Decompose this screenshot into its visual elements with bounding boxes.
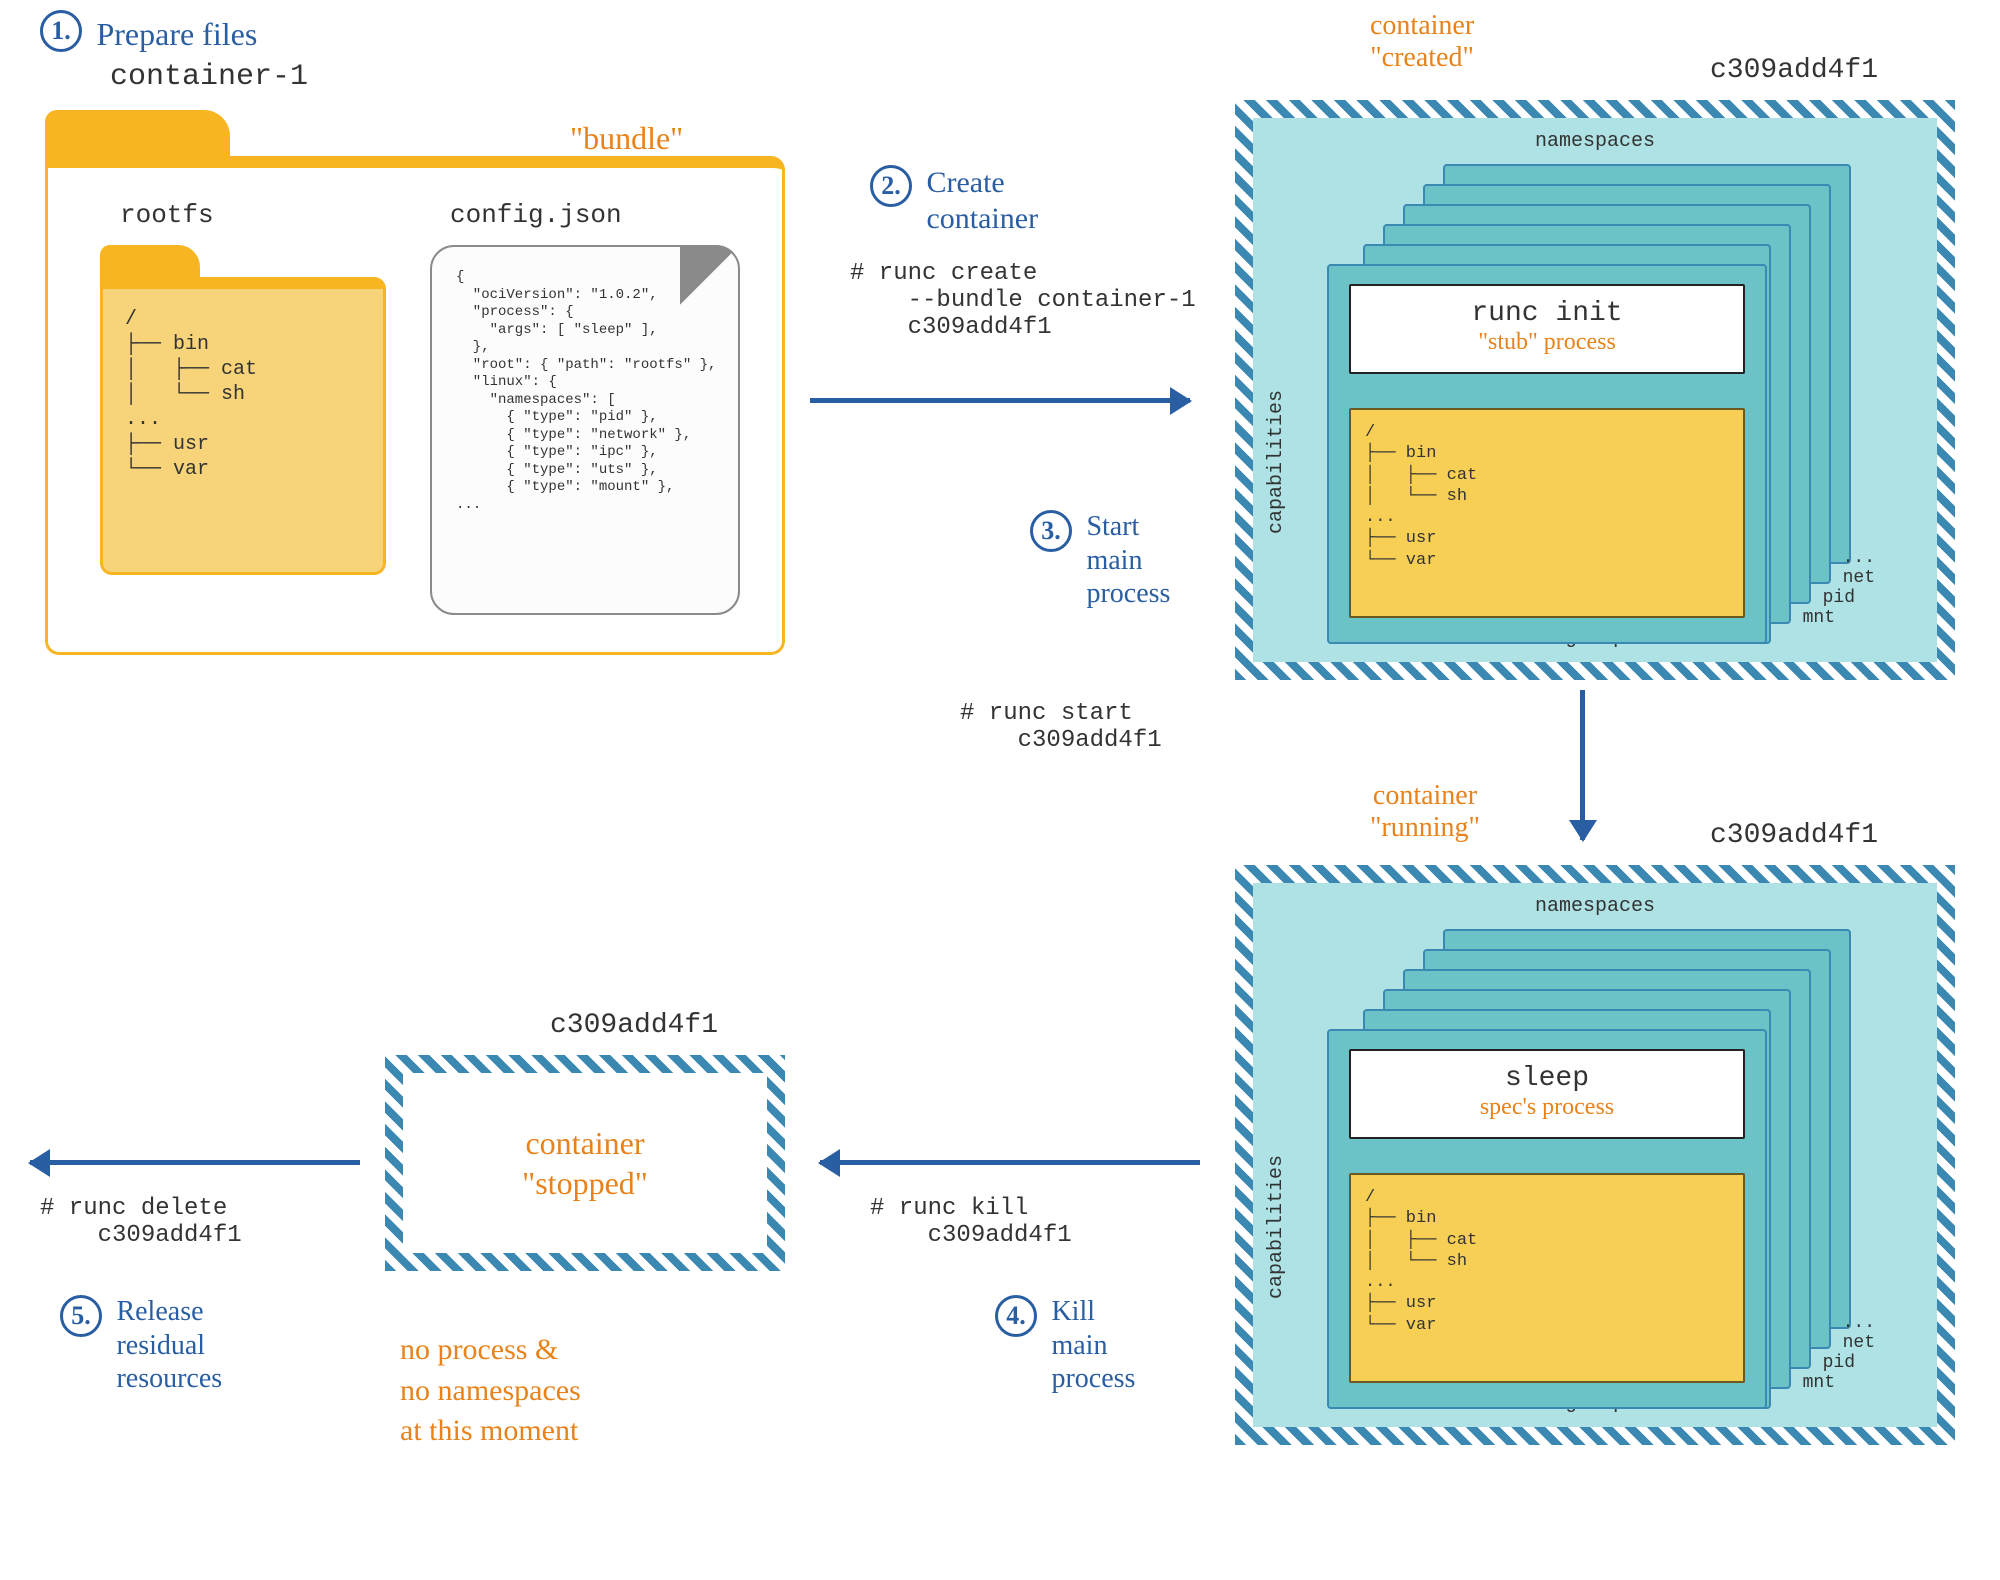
- cmd-delete: # runc delete c309add4f1: [40, 1195, 242, 1249]
- step5-header: 5. Release residual resources: [60, 1295, 222, 1396]
- ns-tag-mnt-2: mnt: [1803, 1373, 1835, 1393]
- step1-header: 1. Prepare files: [40, 10, 257, 53]
- step1-title: Prepare files: [96, 16, 257, 53]
- arrow-kill: [820, 1160, 1200, 1165]
- bundle-tag: "bundle": [570, 120, 683, 157]
- stopped-box: container "stopped": [385, 1055, 785, 1271]
- running-box: namespaces cgroups capabilities ... net …: [1235, 865, 1955, 1445]
- rootfs-folder: / ├── bin │ ├── cat │ └── sh ... ├── usr…: [100, 245, 386, 575]
- step2-header: 2. Create container: [870, 165, 1038, 237]
- arrow-create: [810, 398, 1190, 403]
- created-proc-name: runc init: [1351, 298, 1743, 329]
- arrow-start: [1580, 690, 1585, 840]
- stopped-id: c309add4f1: [550, 1010, 718, 1041]
- cap-label: capabilities: [1265, 390, 1288, 534]
- page-fold-icon: [680, 245, 740, 305]
- config-label: config.json: [450, 200, 622, 230]
- running-id: c309add4f1: [1710, 820, 1878, 851]
- step3-badge: 3.: [1030, 510, 1072, 552]
- config-body: { "ociVersion": "1.0.2", "process": { "a…: [456, 269, 714, 514]
- step5-title: Release residual resources: [116, 1295, 222, 1396]
- ns-tag-pid: pid: [1823, 588, 1855, 608]
- ns-tag-mnt: mnt: [1803, 608, 1835, 628]
- created-proc: runc init "stub" process: [1349, 284, 1745, 374]
- running-proc-name: sleep: [1351, 1063, 1743, 1094]
- step2-title: Create container: [926, 165, 1038, 237]
- ns-label-top-2: namespaces: [1535, 895, 1655, 918]
- running-tag: container "running": [1370, 780, 1480, 844]
- ns-tag-more: ...: [1843, 548, 1875, 568]
- ns-tag-pid-2: pid: [1823, 1353, 1855, 1373]
- rootfs-label: rootfs: [120, 200, 214, 230]
- stopped-note: no process & no namespaces at this momen…: [400, 1330, 581, 1452]
- created-fs: / ├── bin │ ├── cat │ └── sh ... ├── usr…: [1349, 408, 1745, 618]
- running-fs: / ├── bin │ ├── cat │ └── sh ... ├── usr…: [1349, 1173, 1745, 1383]
- running-proc-note: spec's process: [1351, 1094, 1743, 1121]
- step5-badge: 5.: [60, 1295, 102, 1337]
- arrow-delete: [30, 1160, 360, 1165]
- step4-badge: 4.: [995, 1295, 1037, 1337]
- created-id: c309add4f1: [1710, 55, 1878, 86]
- cmd-create: # runc create --bundle container-1 c309a…: [850, 260, 1196, 341]
- rootfs-tree: / ├── bin │ ├── cat │ └── sh ... ├── usr…: [125, 307, 361, 482]
- bundle-name: container-1: [110, 60, 308, 94]
- step3-header: 3. Start main process: [1030, 510, 1170, 611]
- step2-badge: 2.: [870, 165, 912, 207]
- config-doc: { "ociVersion": "1.0.2", "process": { "a…: [430, 245, 740, 615]
- ns-tag-net-2: net: [1843, 1333, 1875, 1353]
- step1-badge: 1.: [40, 10, 82, 52]
- created-proc-note: "stub" process: [1351, 329, 1743, 356]
- created-box: namespaces cgroups capabilities ... net …: [1235, 100, 1955, 680]
- step4-header: 4. Kill main process: [995, 1295, 1135, 1396]
- stopped-tag: container "stopped": [522, 1123, 648, 1203]
- cmd-kill: # runc kill c309add4f1: [870, 1195, 1072, 1249]
- running-proc: sleep spec's process: [1349, 1049, 1745, 1139]
- created-tag: container "created": [1370, 10, 1474, 74]
- step3-title: Start main process: [1086, 510, 1170, 611]
- cap-label-2: capabilities: [1265, 1155, 1288, 1299]
- step4-title: Kill main process: [1051, 1295, 1135, 1396]
- ns-tag-net: net: [1843, 568, 1875, 588]
- cmd-start: # runc start c309add4f1: [960, 700, 1162, 754]
- ns-label-top: namespaces: [1535, 130, 1655, 153]
- ns-tag-more-2: ...: [1843, 1313, 1875, 1333]
